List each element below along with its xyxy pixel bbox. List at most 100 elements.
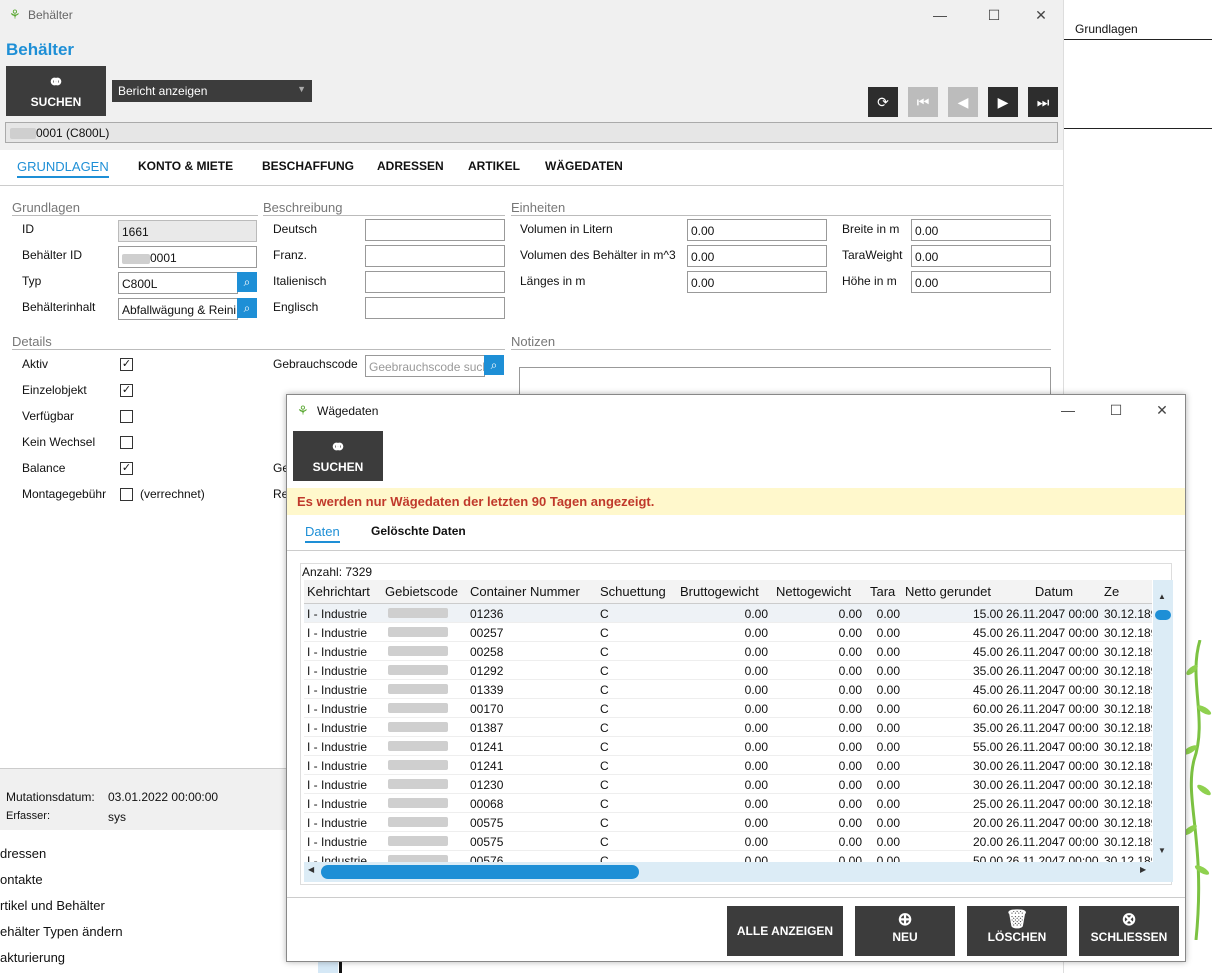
aktiv-checkbox[interactable]: ✓ bbox=[120, 358, 133, 371]
hoehe-field[interactable]: 0.00 bbox=[911, 271, 1051, 293]
cell-datum: 26.11.2047 00:00 bbox=[1006, 645, 1099, 659]
maximize-button[interactable]: ☐ bbox=[1101, 399, 1131, 421]
volumen-m3-field[interactable]: 0.00 bbox=[687, 245, 827, 267]
cell-schuettung: C bbox=[600, 740, 609, 754]
nav-item-artikel-behaelter[interactable]: rtikel und Behälter bbox=[0, 898, 105, 913]
kein-wechsel-checkbox[interactable] bbox=[120, 436, 133, 449]
table-row[interactable]: I - Industrie 01241 C 0.00 0.00 0.00 30.00 26.1… bbox=[304, 756, 1152, 775]
scroll-left-icon[interactable]: ◀ bbox=[308, 865, 314, 874]
section-title-beschreibung: Beschreibung bbox=[263, 200, 343, 215]
tab-waegedaten[interactable]: WÄGEDATEN bbox=[545, 159, 623, 173]
table-row[interactable]: I - Industrie 00575 C 0.00 0.00 0.00 20.00 26.1… bbox=[304, 813, 1152, 832]
inhalt-field[interactable]: Abfallwägung & Reini bbox=[118, 298, 238, 320]
cell-tara: 0.00 bbox=[876, 816, 900, 830]
tab-adressen[interactable]: ADRESSEN bbox=[377, 159, 444, 173]
previous-record-button[interactable]: ◀ bbox=[948, 87, 978, 117]
verfuegbar-checkbox[interactable] bbox=[120, 410, 133, 423]
cell-bruttogewicht: 0.00 bbox=[744, 778, 768, 792]
first-record-button[interactable]: ⏮ bbox=[908, 87, 938, 117]
vertical-scrollbar[interactable]: ▲ ▼ bbox=[1153, 580, 1173, 862]
right-panel-title: Grundlagen bbox=[1075, 22, 1138, 36]
next-record-button[interactable]: ▶ bbox=[988, 87, 1018, 117]
cell-netto-gerundet: 45.00 bbox=[972, 626, 1003, 640]
loeschen-button[interactable]: 🗑 LÖSCHEN bbox=[967, 906, 1067, 956]
englisch-label: Englisch bbox=[273, 300, 319, 314]
cell-container-nummer: 01241 bbox=[470, 759, 504, 773]
table-row[interactable]: I - Industrie 00068 C 0.00 0.00 0.00 25.00 26.1… bbox=[304, 794, 1152, 813]
volumen-liter-field[interactable]: 0.00 bbox=[687, 219, 827, 241]
tab-konto-miete[interactable]: KONTO & MIETE bbox=[138, 159, 233, 173]
scroll-down-icon[interactable]: ▼ bbox=[1158, 846, 1166, 855]
nav-item-behaelter-typen[interactable]: ehälter Typen ändern bbox=[0, 924, 123, 939]
breite-field[interactable]: 0.00 bbox=[911, 219, 1051, 241]
englisch-field[interactable] bbox=[365, 297, 505, 319]
close-button[interactable]: ✕ bbox=[1026, 4, 1056, 26]
gebrauchscode-search-button[interactable]: ⌕ bbox=[484, 355, 504, 375]
minimize-button[interactable]: — bbox=[1053, 399, 1083, 421]
plus-icon: ⊕ bbox=[897, 909, 913, 929]
einzelobjekt-checkbox[interactable]: ✓ bbox=[120, 384, 133, 397]
table-row[interactable]: I - Industrie 01292 C 0.00 0.00 0.00 35.00 26.1… bbox=[304, 661, 1152, 680]
tara-weight-field[interactable]: 0.00 bbox=[911, 245, 1051, 267]
table-row[interactable]: I - Industrie 01339 C 0.00 0.00 0.00 45.00 26.1… bbox=[304, 680, 1152, 699]
tab-geloeschte-daten[interactable]: Gelöschte Daten bbox=[371, 524, 466, 538]
scroll-thumb[interactable] bbox=[1155, 610, 1171, 620]
maximize-button[interactable]: ☐ bbox=[979, 4, 1009, 26]
search-button[interactable]: ⚭ SUCHEN bbox=[293, 431, 383, 481]
tab-grundlagen[interactable]: GRUNDLAGEN bbox=[17, 159, 109, 178]
table-row[interactable]: I - Industrie 00258 C 0.00 0.00 0.00 45.00 26.1… bbox=[304, 642, 1152, 661]
table-row[interactable]: I - Industrie 00575 C 0.00 0.00 0.00 20.00 26.1… bbox=[304, 832, 1152, 851]
table-row[interactable]: I - Industrie 01241 C 0.00 0.00 0.00 55.00 26.1… bbox=[304, 737, 1152, 756]
refresh-button[interactable]: ⟳ bbox=[868, 87, 898, 117]
report-select[interactable]: Bericht anzeigen ▼ bbox=[112, 80, 312, 102]
cell-schuettung: C bbox=[600, 607, 609, 621]
scroll-thumb[interactable] bbox=[321, 865, 639, 879]
cell-nettogewicht: 0.00 bbox=[838, 816, 862, 830]
binoculars-icon: ⚭ bbox=[47, 72, 65, 94]
search-button[interactable]: ⚭ SUCHEN bbox=[6, 66, 106, 116]
cell-tara: 0.00 bbox=[876, 664, 900, 678]
cell-schuettung: C bbox=[600, 702, 609, 716]
notes-field[interactable] bbox=[519, 367, 1051, 397]
neu-button[interactable]: ⊕ NEU bbox=[855, 906, 955, 956]
table-row[interactable]: I - Industrie 01230 C 0.00 0.00 0.00 30.00 26.1… bbox=[304, 775, 1152, 794]
cell-datum: 26.11.2047 00:00 bbox=[1006, 854, 1099, 862]
typ-field[interactable]: C800L bbox=[118, 272, 238, 294]
italienisch-field[interactable] bbox=[365, 271, 505, 293]
table-row[interactable]: I - Industrie 01387 C 0.00 0.00 0.00 35.00 26.1… bbox=[304, 718, 1152, 737]
balance-checkbox[interactable]: ✓ bbox=[120, 462, 133, 475]
tab-beschaffung[interactable]: BESCHAFFUNG bbox=[262, 159, 354, 173]
schliessen-button[interactable]: ⊗ SCHLIESSEN bbox=[1079, 906, 1179, 956]
table-row[interactable]: I - Industrie 00576 C 0.00 0.00 0.00 50.00 26.1… bbox=[304, 851, 1152, 862]
gebrauchscode-field[interactable]: Geebrauchscode such bbox=[365, 355, 485, 377]
horizontal-scrollbar[interactable]: ◀ ▶ bbox=[304, 862, 1173, 882]
cell-container-nummer: 00068 bbox=[470, 797, 504, 811]
table-row[interactable]: I - Industrie 00257 C 0.00 0.00 0.00 45.00 26.1… bbox=[304, 623, 1152, 642]
franz-field[interactable] bbox=[365, 245, 505, 267]
nav-item-adressen[interactable]: dressen bbox=[0, 846, 46, 861]
scroll-up-icon[interactable]: ▲ bbox=[1158, 592, 1166, 601]
laenge-field[interactable]: 0.00 bbox=[687, 271, 827, 293]
cell-kehrichtart: I - Industrie bbox=[307, 778, 368, 792]
last-record-button[interactable]: ⏭ bbox=[1028, 87, 1058, 117]
cell-bruttogewicht: 0.00 bbox=[744, 835, 768, 849]
tab-artikel[interactable]: ARTIKEL bbox=[468, 159, 520, 173]
inhalt-search-button[interactable]: ⌕ bbox=[237, 298, 257, 318]
scroll-right-icon[interactable]: ▶ bbox=[1140, 865, 1146, 874]
table-row[interactable]: I - Industrie 01236 C 0.00 0.00 0.00 15.00 26.1… bbox=[304, 604, 1152, 623]
montage-checkbox[interactable] bbox=[120, 488, 133, 501]
alle-anzeigen-button[interactable]: ALLE ANZEIGEN bbox=[727, 906, 843, 956]
close-circle-icon: ⊗ bbox=[1121, 909, 1137, 929]
nav-item-kontakte[interactable]: ontakte bbox=[0, 872, 43, 887]
nav-item-fakturierung[interactable]: akturierung bbox=[0, 950, 65, 965]
table-row[interactable]: I - Industrie 00170 C 0.00 0.00 0.00 60.00 26.1… bbox=[304, 699, 1152, 718]
cell-tara: 0.00 bbox=[876, 607, 900, 621]
minimize-button[interactable]: — bbox=[925, 4, 955, 26]
behaelter-id-field[interactable]: 0001 bbox=[118, 246, 257, 268]
cell-tara: 0.00 bbox=[876, 854, 900, 862]
deutsch-field[interactable] bbox=[365, 219, 505, 241]
close-button[interactable]: ✕ bbox=[1147, 399, 1177, 421]
typ-search-button[interactable]: ⌕ bbox=[237, 272, 257, 292]
tab-daten[interactable]: Daten bbox=[305, 524, 340, 543]
cell-zeit: 30.12.189 bbox=[1104, 854, 1152, 862]
